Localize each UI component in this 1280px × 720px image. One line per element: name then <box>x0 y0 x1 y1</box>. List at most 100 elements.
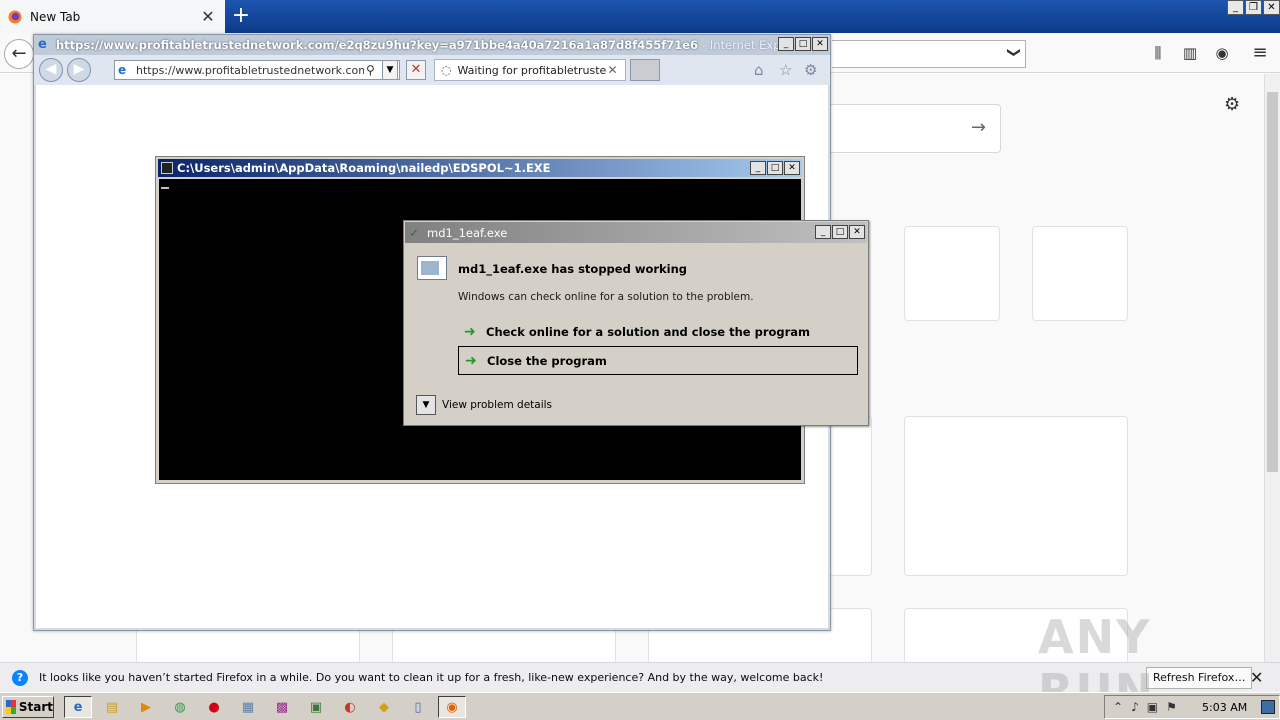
back-button[interactable]: ← <box>4 39 34 69</box>
system-tray: ⌃ ♪ ▣ ⚑ 5:03 AM <box>1104 695 1280 719</box>
home-icon[interactable]: ⌂ <box>754 61 764 79</box>
taskbar-app-icon[interactable]: ▣ <box>302 696 330 718</box>
stop-button[interactable]: ✕ <box>406 60 426 80</box>
taskbar-ie-icon[interactable]: e <box>64 696 92 718</box>
tab-close-icon[interactable]: ✕ <box>199 7 217 26</box>
close-program-option[interactable]: ➜ Close the program <box>458 346 858 375</box>
minimize-button[interactable]: _ <box>1227 0 1244 15</box>
close-button[interactable]: ✕ <box>812 37 828 51</box>
notification-text: It looks like you haven’t started Firefo… <box>39 671 824 684</box>
question-icon: ? <box>12 669 28 686</box>
ie-window-controls: _ □ ✕ <box>777 37 828 51</box>
favorites-icon[interactable]: ☆ <box>779 61 792 79</box>
show-hidden-icons-icon[interactable]: ⌃ <box>1113 700 1123 714</box>
ie-title-url: https://www.profitabletrustednetwork.com… <box>56 38 699 52</box>
scrollbar-thumb[interactable] <box>1267 92 1278 472</box>
ie-logo-icon: e <box>38 37 47 52</box>
check-online-label: Check online for a solution and close th… <box>486 324 811 339</box>
check-online-option[interactable]: ➜ Check online for a solution and close … <box>458 317 858 346</box>
maximize-button[interactable]: □ <box>767 161 783 175</box>
address-bar[interactable]: e https://www.profitabletrustednetwork.c… <box>114 60 400 80</box>
dialog-titlebar[interactable]: ✓ md1_1eaf.exe _ □ ✕ <box>405 222 867 243</box>
ie-navbar: ◀ ▶ e https://www.profitabletrustednetwo… <box>34 55 830 85</box>
firefox-tab-title: New Tab <box>30 9 81 24</box>
program-window-icon <box>417 256 447 280</box>
clock[interactable]: 5:03 AM <box>1202 701 1247 714</box>
sidebar-icon[interactable]: ▥ <box>1180 43 1200 63</box>
taskbar-notepad-icon[interactable]: ▦ <box>234 696 262 718</box>
search-icon[interactable]: ⚲ <box>366 63 375 77</box>
ie-tab[interactable]: ◌ Waiting for profitabletrusted... ✕ <box>434 59 626 81</box>
maximize-button[interactable]: □ <box>795 37 811 51</box>
show-desktop-button[interactable] <box>1261 700 1275 714</box>
highlight-card[interactable] <box>904 416 1128 576</box>
url-bar[interactable]: ❯ <box>832 40 1026 68</box>
address-dropdown-button[interactable]: ▼ <box>382 60 398 80</box>
action-center-flag-icon[interactable]: ⚑ <box>1166 700 1177 714</box>
account-icon[interactable]: ◉ <box>1212 43 1232 63</box>
expand-chevron-icon[interactable]: ▼ <box>416 395 436 415</box>
firefox-tabbar: New Tab ✕ + _ ❐ ✕ <box>0 0 1280 33</box>
ie-new-tab-button[interactable] <box>630 59 660 81</box>
tools-gear-icon[interactable]: ⚙ <box>804 61 817 79</box>
back-button[interactable]: ◀ <box>39 58 63 82</box>
windows-flag-icon <box>6 700 16 714</box>
view-problem-details[interactable]: ▼ View problem details <box>416 395 552 415</box>
top-site-tile[interactable] <box>904 226 1000 321</box>
newtab-search-box[interactable]: → <box>830 104 1001 153</box>
close-button[interactable]: ✕ <box>849 225 865 239</box>
ie-titlebar[interactable]: e https://www.profitabletrustednetwork.c… <box>34 35 830 55</box>
menu-icon[interactable]: ≡ <box>1250 43 1270 63</box>
console-cursor <box>161 187 169 189</box>
loading-spinner-icon: ◌ <box>441 63 452 77</box>
taskbar-chrome-icon[interactable]: ◍ <box>166 696 194 718</box>
minimize-button[interactable]: _ <box>778 37 794 51</box>
gear-icon[interactable]: ⚙ <box>1224 94 1240 115</box>
ie-page-icon: e <box>118 63 127 77</box>
taskbar-media-player-icon[interactable]: ▶ <box>132 696 160 718</box>
page-scrollbar[interactable] <box>1264 74 1280 662</box>
restore-button[interactable]: ❐ <box>1245 0 1262 15</box>
dialog-title: md1_1eaf.exe <box>427 225 508 240</box>
close-program-label: Close the program <box>487 353 607 368</box>
chevron-down-icon[interactable]: ❯ <box>1006 47 1021 58</box>
top-site-tile[interactable] <box>1032 226 1128 321</box>
dialog-subtext: Windows can check online for a solution … <box>458 291 754 303</box>
start-label: Start <box>18 700 53 714</box>
green-arrow-icon: ➜ <box>465 352 477 369</box>
network-icon[interactable]: ▣ <box>1147 700 1158 714</box>
minimize-button[interactable]: _ <box>750 161 766 175</box>
search-go-icon[interactable]: → <box>971 117 986 138</box>
taskbar-app-icon[interactable]: ◆ <box>370 696 398 718</box>
taskbar-opera-icon[interactable]: ● <box>200 696 228 718</box>
tab-close-icon[interactable]: ✕ <box>607 63 617 77</box>
close-button[interactable]: ✕ <box>784 161 800 175</box>
error-dialog: ✓ md1_1eaf.exe _ □ ✕ md1_1eaf.exe has st… <box>403 220 869 426</box>
view-details-label: View problem details <box>442 399 553 411</box>
dialog-heading: md1_1eaf.exe has stopped working <box>458 262 688 276</box>
taskbar-app-icon[interactable]: ◐ <box>336 696 364 718</box>
start-button[interactable]: Start <box>2 696 54 718</box>
taskbar-firefox-icon[interactable]: ◉ <box>438 696 466 718</box>
taskbar-winrar-icon[interactable]: ▩ <box>268 696 296 718</box>
forward-button[interactable]: ▶ <box>67 58 91 82</box>
address-text[interactable]: https://www.profitabletrustednetwork.com… <box>136 64 364 77</box>
maximize-button[interactable]: □ <box>832 225 848 239</box>
firefox-tab-new-tab[interactable]: New Tab ✕ <box>0 0 225 33</box>
console-titlebar[interactable]: C:\Users\admin\AppData\Roaming\nailedp\E… <box>158 159 802 177</box>
console-app-icon <box>161 162 173 174</box>
ie-tab-title: Waiting for profitabletrusted... <box>457 63 608 77</box>
green-arrow-icon: ➜ <box>464 323 476 340</box>
dialog-app-icon: ✓ <box>409 225 420 240</box>
new-tab-button[interactable]: + <box>228 2 254 30</box>
library-icon[interactable]: ⫼ <box>1148 43 1168 63</box>
console-window-controls: _ □ ✕ <box>749 161 800 175</box>
close-button[interactable]: ✕ <box>1263 0 1280 15</box>
taskbar-document-icon[interactable]: ▯ <box>404 696 432 718</box>
minimize-button[interactable]: _ <box>815 225 831 239</box>
dialog-window-controls: _ □ ✕ <box>814 225 865 239</box>
volume-icon[interactable]: ♪ <box>1131 700 1139 714</box>
firefox-window-controls: _ ❐ ✕ <box>1226 0 1280 15</box>
console-title: C:\Users\admin\AppData\Roaming\nailedp\E… <box>177 161 551 175</box>
taskbar-explorer-icon[interactable]: ▤ <box>98 696 126 718</box>
